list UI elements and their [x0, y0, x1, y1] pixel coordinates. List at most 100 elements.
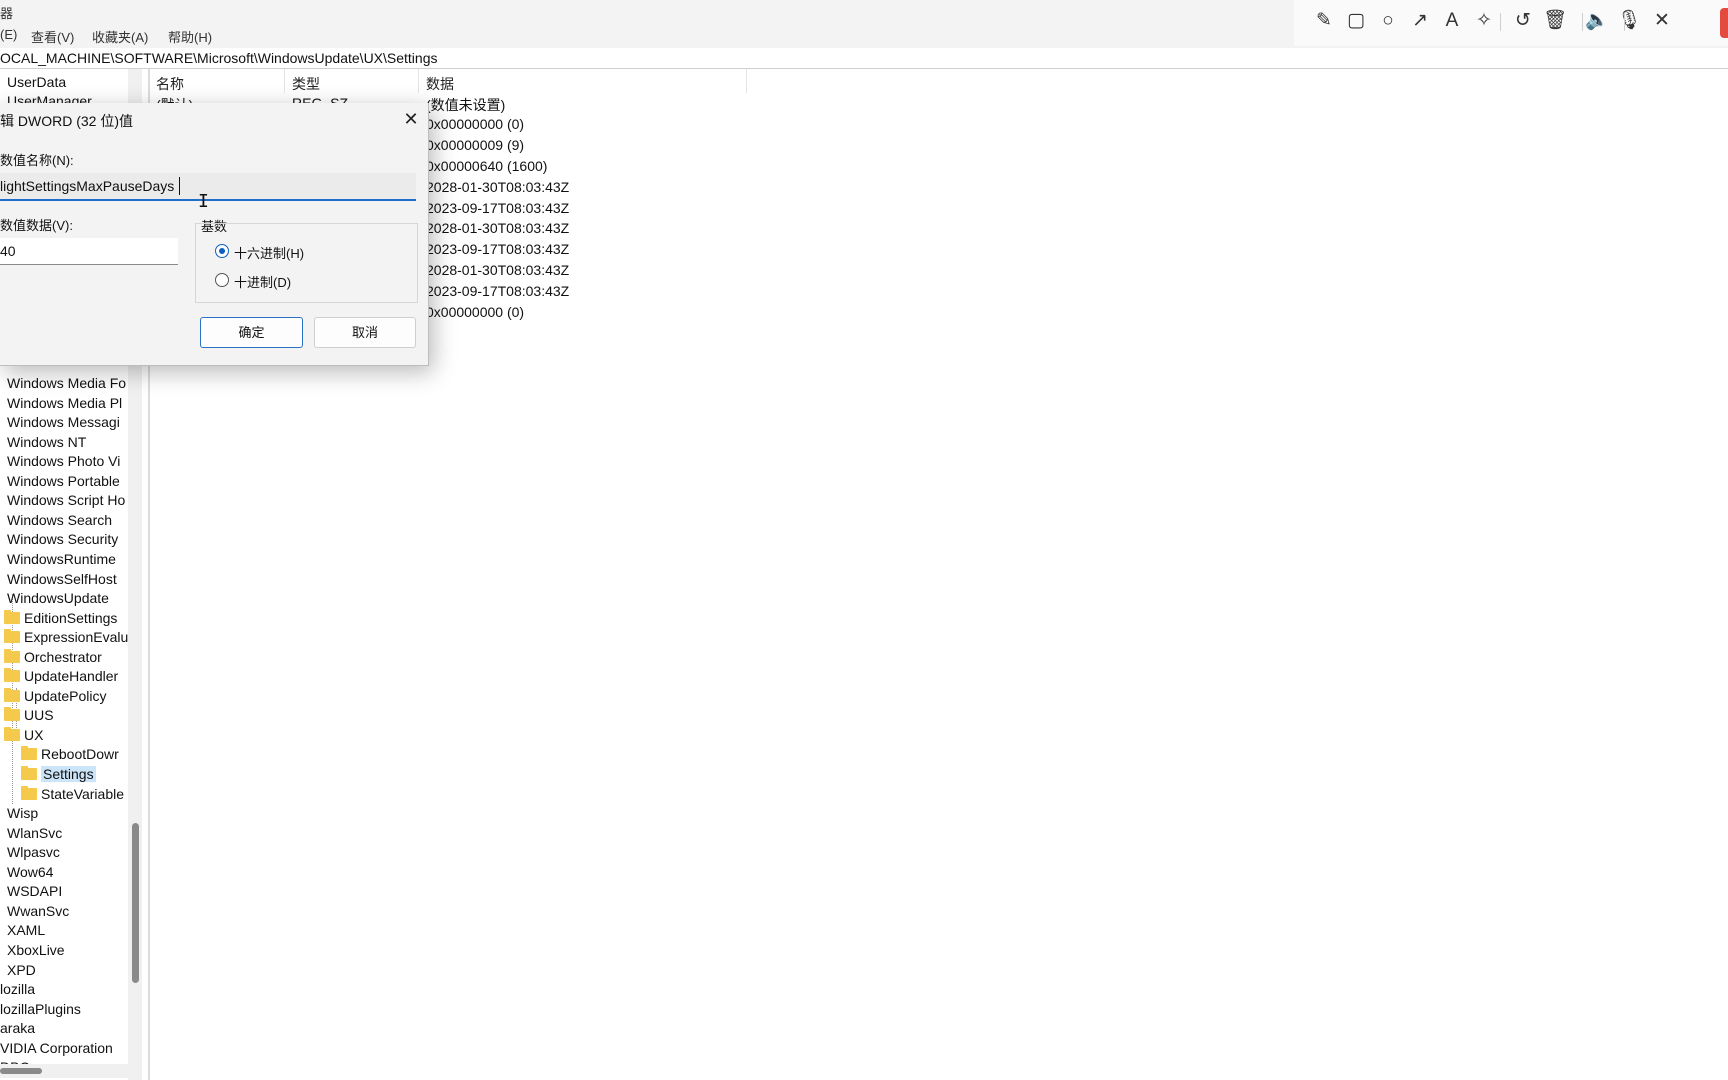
tree-item-label[interactable]: WwanSvc	[7, 903, 69, 919]
list-item-data[interactable]: 0x00000000 (0)	[426, 116, 524, 132]
column-separator[interactable]	[746, 69, 747, 93]
tree-item-label[interactable]: EditionSettings	[24, 610, 117, 626]
tree-item-label[interactable]: lozillaPlugins	[0, 1001, 81, 1017]
tree-item-label[interactable]: WlanSvc	[7, 825, 62, 841]
tree-item[interactable]: WindowsRuntime	[7, 550, 116, 569]
column-header-name[interactable]: 名称	[156, 74, 184, 94]
record-indicator[interactable]	[1720, 8, 1728, 38]
arrow-icon[interactable]: ↗	[1407, 8, 1433, 34]
column-header-data[interactable]: 数据	[426, 74, 454, 94]
tree-item[interactable]: Settings	[21, 765, 96, 784]
column-separator[interactable]	[418, 69, 419, 93]
magic-wand-icon[interactable]: ✧	[1471, 8, 1497, 34]
tree-item[interactable]: Windows Portable	[7, 472, 120, 491]
tree-item-label[interactable]: Windows Media Fo	[7, 375, 126, 391]
tree-item[interactable]: StateVariable	[21, 785, 124, 804]
speaker-icon[interactable]: 🔈	[1584, 8, 1610, 34]
tree-item-label[interactable]: Windows NT	[7, 434, 86, 450]
pencil-icon[interactable]: ✎	[1311, 8, 1337, 34]
tree-item-label[interactable]: WindowsUpdate	[7, 590, 109, 606]
tree-item[interactable]: VIDIA Corporation	[0, 1039, 113, 1058]
decimal-radio-label[interactable]: 十进制(D)	[234, 272, 291, 291]
tree-item-label[interactable]: UserData	[7, 74, 66, 90]
hex-radio[interactable]	[215, 244, 229, 258]
menu-help[interactable]: 帮助(H)	[168, 27, 212, 46]
close-icon[interactable]: ✕	[1649, 8, 1675, 34]
tree-item[interactable]: WwanSvc	[7, 902, 69, 921]
tree-item[interactable]: Windows Media Pl	[7, 394, 122, 413]
tree-item-label[interactable]: Windows Portable	[7, 473, 120, 489]
menu-view[interactable]: 查看(V)	[31, 27, 74, 46]
tree-item-label[interactable]: ExpressionEvalu	[24, 629, 128, 645]
tree-item[interactable]: Windows NT	[7, 433, 86, 452]
tree-item-label[interactable]: UpdatePolicy	[24, 688, 107, 704]
tree-item-label[interactable]: UUS	[24, 707, 54, 723]
tree-item[interactable]: UserData	[7, 73, 66, 92]
tree-item-label[interactable]: Windows Media Pl	[7, 395, 122, 411]
tree-item[interactable]: Windows Photo Vi	[7, 452, 120, 471]
tree-item-label[interactable]: XAML	[7, 922, 45, 938]
list-item-data[interactable]: 2023-09-17T08:03:43Z	[426, 241, 569, 257]
tree-item-label[interactable]: XPD	[7, 962, 36, 978]
tree-item[interactable]: Wow64	[7, 863, 53, 882]
list-item-data[interactable]: 0x00000640 (1600)	[426, 158, 547, 174]
tree-item-label[interactable]: Windows Messagi	[7, 414, 120, 430]
text-icon[interactable]: A	[1439, 8, 1465, 34]
tree-item[interactable]: Windows Script Ho	[7, 491, 125, 510]
list-item-data[interactable]: 0x00000009 (9)	[426, 137, 524, 153]
tree-item-label[interactable]: Orchestrator	[24, 649, 102, 665]
tree-item[interactable]: XboxLive	[7, 941, 65, 960]
value-data-field[interactable]: 40	[0, 238, 178, 265]
value-data-text[interactable]: 40	[0, 243, 16, 259]
tree-item[interactable]: UpdatePolicy	[4, 687, 107, 706]
tree-item[interactable]: Windows Search	[7, 511, 112, 530]
tree-item[interactable]: lozillaPlugins	[0, 1000, 81, 1019]
hex-radio-label[interactable]: 十六进制(H)	[234, 243, 304, 262]
tree-item-label[interactable]: WSDAPI	[7, 883, 62, 899]
list-item-data[interactable]: 2028-01-30T08:03:43Z	[426, 179, 569, 195]
tree-item[interactable]: XPD	[7, 961, 36, 980]
tree-item-label[interactable]: XboxLive	[7, 942, 65, 958]
tree-item[interactable]: UpdateHandler	[4, 667, 118, 686]
tree-item[interactable]: XAML	[7, 921, 45, 940]
tree-item-label[interactable]: Windows Security	[7, 531, 118, 547]
list-item-data[interactable]: 2028-01-30T08:03:43Z	[426, 262, 569, 278]
tree-item[interactable]: UUS	[4, 706, 54, 725]
tree-item-label[interactable]: lozilla	[0, 981, 35, 997]
tree-item[interactable]: Windows Media Fo	[7, 374, 126, 393]
tree-item[interactable]: lozilla	[0, 980, 35, 999]
tree-item[interactable]: WindowsSelfHost	[7, 570, 117, 589]
menu-favorites[interactable]: 收藏夹(A)	[92, 27, 148, 46]
tree-item[interactable]: RebootDowr	[21, 745, 119, 764]
tree-item-label[interactable]: Windows Script Ho	[7, 492, 125, 508]
tree-item-label[interactable]: Wisp	[7, 805, 38, 821]
tree-item[interactable]: Windows Security	[7, 530, 118, 549]
tree-item-label[interactable]: Windows Photo Vi	[7, 453, 120, 469]
tree-item-label[interactable]: WindowsSelfHost	[7, 571, 117, 587]
tree-item-label[interactable]: RebootDowr	[41, 746, 119, 762]
list-item-data[interactable]: 2023-09-17T08:03:43Z	[426, 200, 569, 216]
tree-item[interactable]: ExpressionEvalu	[4, 628, 128, 647]
tree-item[interactable]: Wisp	[7, 804, 38, 823]
ok-button[interactable]: 确定	[200, 317, 303, 348]
rectangle-icon[interactable]: ▢	[1343, 8, 1369, 34]
microphone-icon[interactable]: 🎙	[1616, 8, 1642, 34]
tree-item-label[interactable]: UX	[24, 727, 43, 743]
tree-item[interactable]: WlanSvc	[7, 824, 62, 843]
tree-item[interactable]: Windows Messagi	[7, 413, 120, 432]
tree-item[interactable]: WindowsUpdate	[7, 589, 109, 608]
tree-item-label[interactable]: araka	[0, 1020, 35, 1036]
menu-edit[interactable]: (E)	[0, 27, 17, 42]
column-header-type[interactable]: 类型	[292, 74, 320, 94]
tree-item-label[interactable]: Wow64	[7, 864, 53, 880]
tree-item[interactable]: araka	[0, 1019, 35, 1038]
tree-item-label[interactable]: Windows Search	[7, 512, 112, 528]
list-item-data[interactable]: 2023-09-17T08:03:43Z	[426, 283, 569, 299]
undo-icon[interactable]: ↺	[1510, 8, 1536, 34]
address-bar[interactable]: OCAL_MACHINE\SOFTWARE\Microsoft\WindowsU…	[0, 48, 1728, 69]
tree-item[interactable]: Wlpasvc	[7, 843, 60, 862]
tree-scroll-thumb[interactable]	[132, 823, 139, 983]
decimal-radio[interactable]	[215, 273, 229, 287]
tree-item[interactable]: WSDAPI	[7, 882, 62, 901]
tree-item[interactable]: EditionSettings	[4, 609, 117, 628]
